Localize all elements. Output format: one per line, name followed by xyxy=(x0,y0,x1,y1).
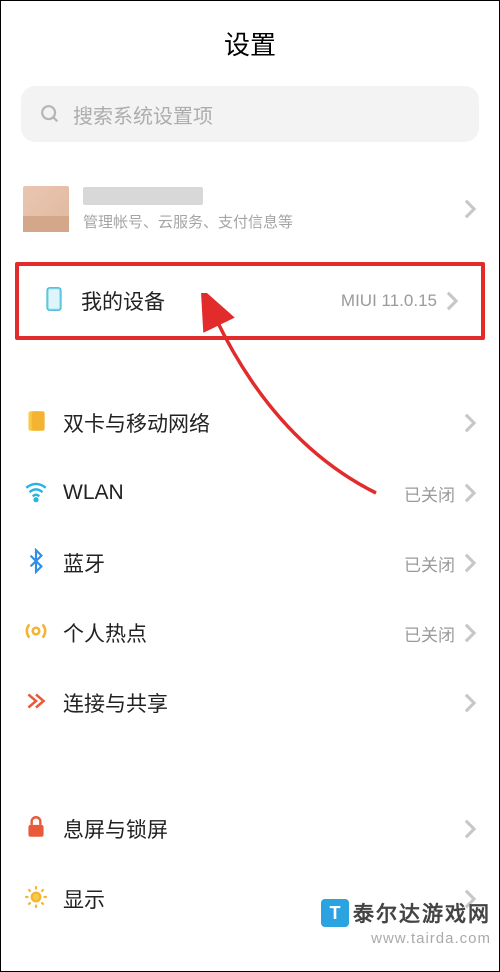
account-subtitle: 管理帐号、云服务、支付信息等 xyxy=(83,211,463,232)
device-icon xyxy=(41,286,67,317)
bluetooth-value: 已关闭 xyxy=(404,551,455,576)
chevron-right-icon xyxy=(463,818,477,840)
my-device-label: 我的设备 xyxy=(81,286,341,316)
account-name-redacted xyxy=(83,187,203,205)
hotspot-label: 个人热点 xyxy=(63,618,404,648)
brightness-icon xyxy=(23,884,49,915)
share-icon xyxy=(23,688,49,719)
hotspot-icon xyxy=(23,618,49,649)
wifi-icon xyxy=(23,478,49,509)
chevron-right-icon xyxy=(463,482,477,504)
page-title: 设置 xyxy=(1,1,499,80)
wlan-value: 已关闭 xyxy=(404,481,455,506)
share-label: 连接与共享 xyxy=(63,688,463,718)
sim-row[interactable]: 双卡与移动网络 xyxy=(1,388,499,458)
bluetooth-row[interactable]: 蓝牙 已关闭 xyxy=(1,528,499,598)
bluetooth-label: 蓝牙 xyxy=(63,548,404,578)
sim-icon xyxy=(23,408,49,439)
search-icon xyxy=(39,103,61,125)
chevron-right-icon xyxy=(463,198,477,220)
chevron-right-icon xyxy=(463,412,477,434)
watermark: T 泰尔达游戏网 www.tairda.com xyxy=(321,898,491,947)
highlighted-box: 我的设备 MIUI 11.0.15 xyxy=(15,262,485,340)
share-row[interactable]: 连接与共享 xyxy=(1,668,499,738)
lockscreen-label: 息屏与锁屏 xyxy=(63,814,463,844)
avatar xyxy=(23,186,69,232)
my-device-value: MIUI 11.0.15 xyxy=(341,291,437,311)
bluetooth-icon xyxy=(23,548,49,579)
watermark-title: 泰尔达游戏网 xyxy=(353,898,491,928)
wlan-row[interactable]: WLAN 已关闭 xyxy=(1,458,499,528)
search-placeholder: 搜索系统设置项 xyxy=(73,100,213,129)
watermark-logo: T xyxy=(321,899,349,927)
watermark-url: www.tairda.com xyxy=(371,930,491,947)
chevron-right-icon xyxy=(445,290,459,312)
chevron-right-icon xyxy=(463,622,477,644)
chevron-right-icon xyxy=(463,552,477,574)
sim-label: 双卡与移动网络 xyxy=(63,408,463,438)
hotspot-value: 已关闭 xyxy=(404,621,455,646)
search-bar[interactable]: 搜索系统设置项 xyxy=(21,86,479,142)
wlan-label: WLAN xyxy=(63,481,404,505)
account-row[interactable]: 管理帐号、云服务、支付信息等 xyxy=(1,170,499,248)
chevron-right-icon xyxy=(463,692,477,714)
lockscreen-row[interactable]: 息屏与锁屏 xyxy=(1,794,499,864)
hotspot-row[interactable]: 个人热点 已关闭 xyxy=(1,598,499,668)
my-device-row[interactable]: 我的设备 MIUI 11.0.15 xyxy=(19,266,481,336)
lock-icon xyxy=(23,814,49,845)
